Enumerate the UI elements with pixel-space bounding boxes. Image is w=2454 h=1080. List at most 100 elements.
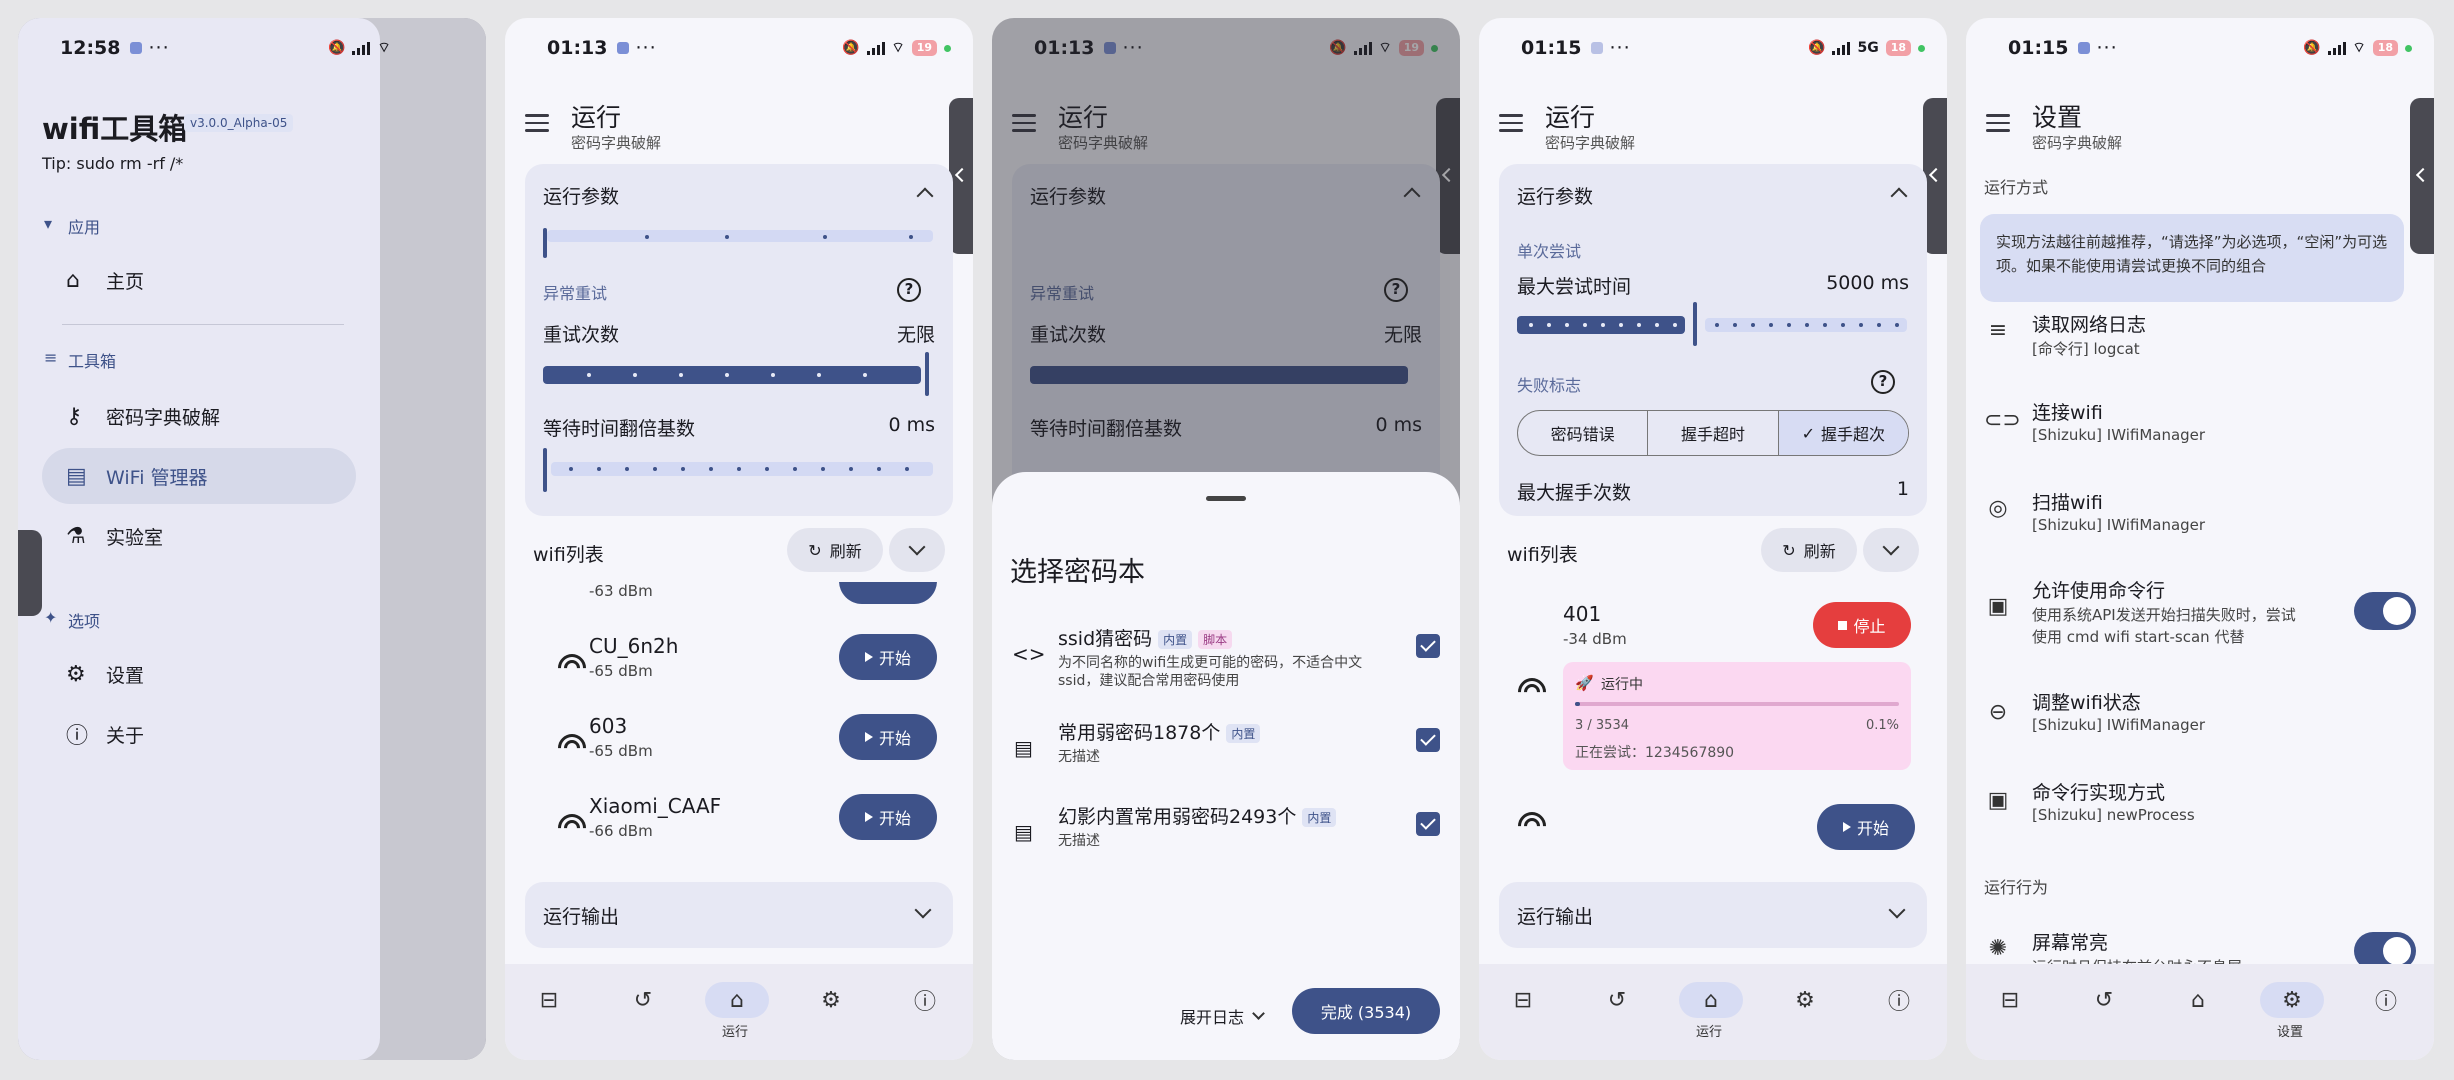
menu-icon[interactable]: [1499, 114, 1523, 137]
builtin-tag: 内置: [1158, 630, 1193, 649]
list-options-button[interactable]: [889, 528, 945, 572]
start-button[interactable]: 开始: [839, 714, 937, 760]
menu-icon[interactable]: [525, 114, 549, 137]
seg-wrong-password[interactable]: 密码错误: [1518, 411, 1649, 455]
trying-password: 正在尝试：1234567890: [1575, 745, 1735, 761]
cmd-toggle[interactable]: [2354, 592, 2416, 630]
home-icon: ⌂: [705, 982, 769, 1018]
fail-flag-segmented: 密码错误 握手超时 ✓ 握手超次: [1517, 410, 1909, 456]
seg-handshake-exceed[interactable]: ✓ 握手超次: [1778, 411, 1908, 455]
refresh-button[interactable]: ↻ 刷新: [1761, 528, 1857, 572]
done-button[interactable]: 完成 (3534): [1292, 988, 1440, 1034]
history-icon: ↺: [1607, 987, 1627, 1013]
expand-log-button[interactable]: 展开日志: [1180, 1004, 1265, 1028]
inbox-icon: ⊟: [1513, 987, 1533, 1013]
nav-history[interactable]: ↺: [2072, 982, 2132, 1042]
side-panel-handle[interactable]: [2410, 98, 2434, 254]
max-handshake-label: 最大握手次数: [1517, 482, 1632, 504]
retry-slider-track[interactable]: [543, 366, 921, 384]
output-title: 运行输出: [543, 906, 620, 928]
code-icon: <>: [1012, 642, 1046, 666]
seg-label: 握手超次: [1821, 425, 1886, 444]
drawer-item-settings[interactable]: ⚙ 设置: [42, 646, 356, 702]
wait-slider-track[interactable]: [551, 462, 933, 476]
wait-slider-thumb[interactable]: [543, 448, 547, 492]
wifi-status-icon: ⌔: [891, 40, 905, 56]
help-icon[interactable]: ?: [897, 278, 921, 302]
mute-icon: 🔕: [1808, 40, 1826, 56]
nav-inbox[interactable]: ⊟: [1978, 982, 2038, 1042]
chevron-up-icon[interactable]: [1890, 187, 1908, 205]
nav-run[interactable]: ⌂ 运行: [705, 982, 769, 1042]
chevron-down-icon[interactable]: [1888, 901, 1906, 919]
builtin-tag: 内置: [1226, 724, 1261, 743]
drawer-item-lab[interactable]: ⚗ 实验室: [42, 508, 356, 564]
drawer-item-home[interactable]: ⌂ 主页: [42, 252, 356, 308]
drawer-item-about[interactable]: ⓘ 关于: [42, 706, 356, 762]
signal-icon: [1832, 41, 1851, 55]
dict-desc: ssid，建议配合常用密码使用: [1058, 673, 1240, 689]
bottom-nav: ⊟ ↺ ⌂ 运行 ⚙ ⓘ: [505, 964, 973, 1060]
progress-card: 🚀 运行中 3 / 3534 0.1% 正在尝试：1234567890: [1563, 662, 1911, 770]
wifi-icon: [557, 732, 587, 754]
nav-settings[interactable]: ⚙: [799, 982, 859, 1042]
drawer-handle[interactable]: [18, 530, 42, 616]
nav-about[interactable]: ⓘ: [1867, 982, 1927, 1042]
wifi-name: Xiaomi_CAAF: [589, 794, 722, 818]
slider-track[interactable]: [547, 230, 933, 242]
options-icon: ✦: [44, 608, 58, 627]
nav-about[interactable]: ⓘ: [893, 982, 953, 1042]
slider-thumb[interactable]: [543, 228, 547, 258]
max-time-slider-active[interactable]: [1517, 316, 1685, 334]
refresh-button[interactable]: ↻ 刷新: [787, 528, 883, 572]
progress-percent: 0.1%: [1865, 718, 1899, 733]
brightness-icon: ✺: [1988, 936, 2008, 961]
max-time-slider-thumb[interactable]: [1693, 302, 1697, 346]
page-title: 运行: [1545, 103, 1596, 132]
dict-name: 幻影内置常用弱密码2493个 内置: [1058, 802, 1337, 829]
drawer-item-label: WiFi 管理器: [106, 466, 208, 489]
start-button[interactable]: 开始: [1817, 804, 1915, 850]
help-icon[interactable]: ?: [1871, 370, 1895, 394]
output-card[interactable]: 运行输出: [525, 882, 953, 948]
wifi-dbm: -65 dBm: [589, 662, 653, 680]
menu-icon[interactable]: [1986, 114, 2010, 137]
chevron-down-icon[interactable]: [914, 901, 932, 919]
start-button[interactable]: [839, 582, 937, 604]
check-icon: ✓: [1801, 423, 1816, 443]
drawer-item-wifi-manager[interactable]: ▤ WiFi 管理器: [42, 448, 356, 504]
drawer-item-dict[interactable]: ⚷ 密码字典破解: [42, 388, 356, 444]
dict-checkbox[interactable]: [1416, 812, 1440, 836]
start-label: 开始: [878, 809, 911, 828]
dict-name-text: 常用弱密码1878个: [1058, 722, 1221, 744]
nav-run[interactable]: ⌂: [2166, 982, 2226, 1042]
home-icon: ⌂: [1679, 982, 1743, 1018]
nav-inbox[interactable]: ⊟: [1491, 982, 1551, 1042]
wait-label: 等待时间翻倍基数: [543, 418, 696, 440]
seg-handshake-timeout[interactable]: 握手超时: [1648, 411, 1779, 455]
status-bar: 01:13 ··· 🔕 ⌔ 19: [505, 18, 973, 78]
setting-title: 允许使用命令行: [2032, 580, 2166, 602]
start-button[interactable]: 开始: [839, 634, 937, 680]
dict-checkbox[interactable]: [1416, 728, 1440, 752]
wifi-icon: [557, 652, 587, 674]
stop-button[interactable]: 停止: [1813, 602, 1911, 648]
nav-about[interactable]: ⓘ: [2354, 982, 2414, 1042]
start-button[interactable]: 开始: [839, 794, 937, 840]
nav-history[interactable]: ↺: [611, 982, 671, 1042]
status-time: 01:15: [2008, 37, 2069, 59]
output-card[interactable]: 运行输出: [1499, 882, 1927, 948]
chevron-up-icon[interactable]: [916, 187, 934, 205]
retry-slider-thumb[interactable]: [925, 352, 929, 396]
drag-handle[interactable]: [1206, 496, 1246, 501]
nav-settings[interactable]: ⚙: [1773, 982, 1833, 1042]
list-options-button[interactable]: [1863, 528, 1919, 572]
nav-settings[interactable]: ⚙ 设置: [2260, 982, 2324, 1042]
dict-checkbox[interactable]: [1416, 634, 1440, 658]
nav-inbox[interactable]: ⊟: [517, 982, 577, 1042]
wait-value: 0 ms: [888, 414, 935, 436]
max-time-slider-inactive[interactable]: [1705, 318, 1907, 332]
nav-history[interactable]: ↺: [1585, 982, 1645, 1042]
nav-run[interactable]: ⌂ 运行: [1679, 982, 1743, 1042]
retry-count-value: 无限: [896, 324, 935, 346]
